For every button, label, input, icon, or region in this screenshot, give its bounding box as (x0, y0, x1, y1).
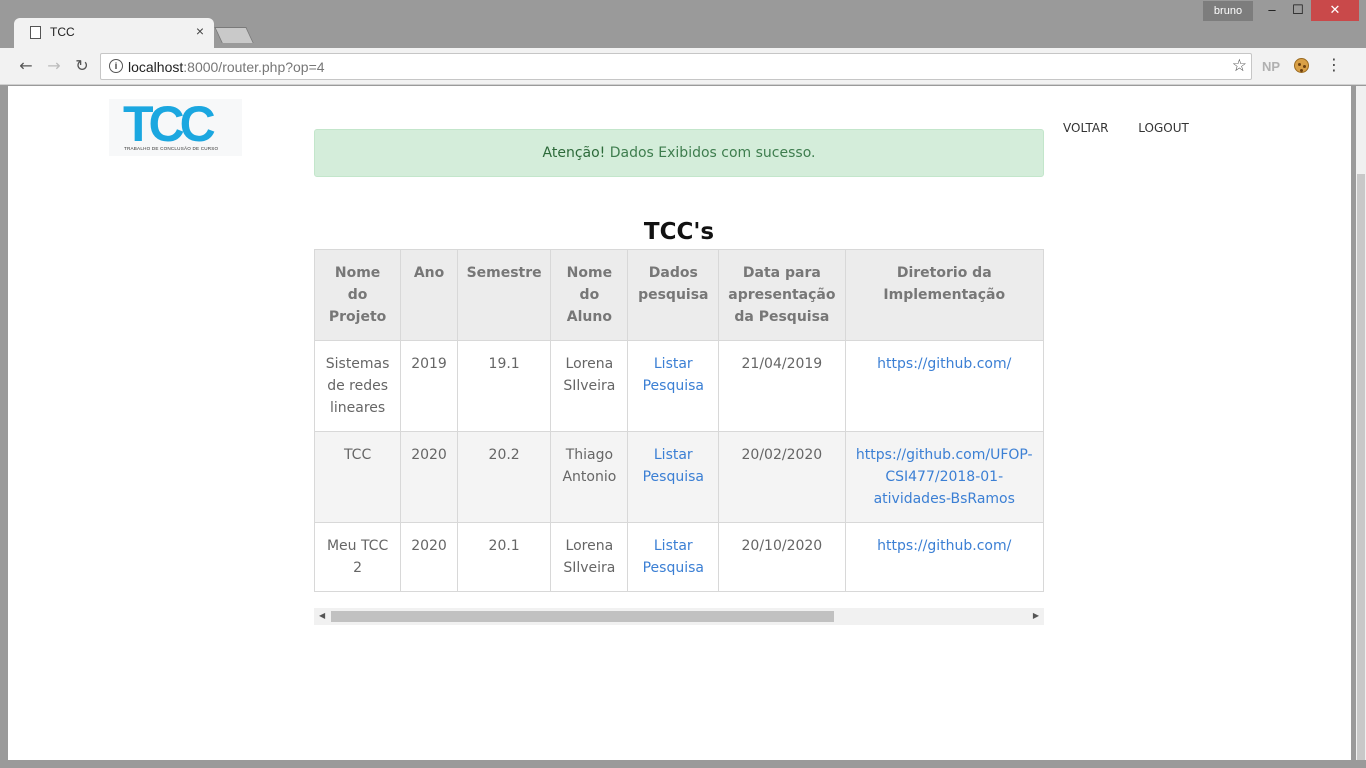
cell-semestre: 19.1 (456, 340, 552, 432)
voltar-link[interactable]: VOLTAR (1063, 121, 1108, 135)
bookmark-star-icon[interactable]: ☆ (1232, 56, 1247, 76)
back-arrow-icon[interactable]: ← (14, 54, 38, 78)
url-path: :8000/router.php?op=4 (183, 59, 325, 75)
cell-semestre: 20.2 (456, 431, 552, 523)
cell-data: 20/10/2020 (718, 522, 846, 592)
cell-data: 21/04/2019 (718, 340, 846, 432)
cell-aluno: Thiago Antonio (550, 431, 629, 523)
cell-nome: TCC (314, 431, 402, 523)
forward-arrow-icon[interactable]: → (42, 54, 66, 78)
listar-pesquisa-link[interactable]: Listar Pesquisa (643, 538, 704, 576)
cell-diretorio: https://github.com/ (844, 340, 1044, 432)
logo-title: TCC (123, 96, 216, 152)
info-icon[interactable]: i (109, 59, 123, 73)
cell-dados: Listar Pesquisa (627, 431, 720, 523)
profile-chip[interactable]: bruno (1203, 1, 1253, 21)
table-row: Meu TCC 2 2020 20.1 Lorena SIlveira List… (314, 522, 1044, 592)
url-host: localhost (128, 59, 184, 75)
vertical-scrollbar[interactable] (1356, 86, 1366, 764)
browser-tab[interactable]: TCC × (14, 18, 214, 48)
success-alert: Atenção! Dados Exibidos com sucesso. (314, 129, 1044, 177)
address-bar[interactable]: i localhost:8000/router.php?op=4 ☆ (100, 53, 1252, 80)
horizontal-scrollbar[interactable]: ◀ ▶ (314, 608, 1044, 625)
logo-subtitle: TRABALHO DE CONCLUSÃO DE CURSO (124, 146, 219, 151)
window-bottom-edge (0, 760, 1366, 768)
header-diretorio: Diretorio da Implementação (844, 249, 1044, 341)
header-data-apresentacao: Data para apresentação da Pesquisa (718, 249, 846, 341)
cell-semestre: 20.1 (456, 522, 552, 592)
url-text[interactable]: localhost:8000/router.php?op=4 (128, 59, 325, 75)
tcc-table: Nome do Projeto Ano Semestre Nome do Alu… (314, 249, 1044, 592)
cell-ano: 2019 (400, 340, 458, 432)
scroll-right-icon[interactable]: ▶ (1033, 611, 1039, 620)
table-row: TCC 2020 20.2 Thiago Antonio Listar Pesq… (314, 431, 1044, 523)
cell-aluno: Lorena SIlveira (550, 522, 629, 592)
table-container: Nome do Projeto Ano Semestre Nome do Alu… (314, 249, 1044, 592)
cell-ano: 2020 (400, 522, 458, 592)
header-dados-pesquisa: Dados pesquisa (627, 249, 720, 341)
close-window-button[interactable]: ✕ (1311, 0, 1359, 21)
cell-data: 20/02/2020 (718, 431, 846, 523)
cell-diretorio: https://github.com/UFOP-CSI477/2018-01-a… (844, 431, 1044, 523)
page-icon (30, 26, 41, 39)
tab-close-icon[interactable]: × (196, 23, 204, 39)
scrollbar-thumb[interactable] (331, 611, 834, 622)
reload-icon[interactable]: ↻ (70, 54, 94, 78)
diretorio-link[interactable]: https://github.com/ (877, 356, 1011, 372)
listar-pesquisa-link[interactable]: Listar Pesquisa (643, 447, 704, 485)
cell-dados: Listar Pesquisa (627, 340, 720, 432)
title-bar: TCC × bruno – ☐ ✕ (0, 0, 1366, 48)
diretorio-link[interactable]: https://github.com/ (877, 538, 1011, 554)
cookie-extension-icon[interactable] (1294, 58, 1309, 73)
top-nav: VOLTAR LOGOUT (1063, 121, 1215, 135)
header-nome-projeto: Nome do Projeto (314, 249, 402, 341)
cell-aluno: Lorena SIlveira (550, 340, 629, 432)
browser-toolbar: ← → ↻ i localhost:8000/router.php?op=4 ☆… (0, 48, 1366, 85)
diretorio-link[interactable]: https://github.com/UFOP-CSI477/2018-01-a… (856, 447, 1033, 507)
cell-ano: 2020 (400, 431, 458, 523)
extension-np-icon[interactable]: NP (1262, 59, 1280, 74)
listar-pesquisa-link[interactable]: Listar Pesquisa (643, 356, 704, 394)
new-tab-button[interactable] (214, 27, 254, 43)
table-row: Sistemas de redes lineares 2019 19.1 Lor… (314, 340, 1044, 432)
logout-link[interactable]: LOGOUT (1138, 121, 1189, 135)
tab-title: TCC (50, 25, 75, 39)
cell-nome: Sistemas de redes lineares (314, 340, 402, 432)
header-semestre: Semestre (456, 249, 552, 341)
alert-message: Dados Exibidos com sucesso. (605, 145, 816, 161)
alert-strong: Atenção! (542, 145, 606, 161)
scroll-left-icon[interactable]: ◀ (319, 611, 325, 620)
tcc-logo[interactable]: TCC TRABALHO DE CONCLUSÃO DE CURSO (109, 96, 242, 156)
page-title: TCC's (643, 219, 715, 245)
cell-dados: Listar Pesquisa (627, 522, 720, 592)
cell-nome: Meu TCC 2 (314, 522, 402, 592)
header-nome-aluno: Nome do Aluno (550, 249, 629, 341)
vertical-scrollbar-thumb[interactable] (1357, 174, 1365, 764)
header-ano: Ano (400, 249, 458, 341)
kebab-menu-icon[interactable]: ⋮ (1326, 55, 1342, 74)
table-header-row: Nome do Projeto Ano Semestre Nome do Alu… (314, 249, 1044, 341)
cell-diretorio: https://github.com/ (844, 522, 1044, 592)
maximize-button[interactable]: ☐ (1283, 0, 1313, 21)
page-viewport: TCC TRABALHO DE CONCLUSÃO DE CURSO VOLTA… (8, 86, 1351, 760)
